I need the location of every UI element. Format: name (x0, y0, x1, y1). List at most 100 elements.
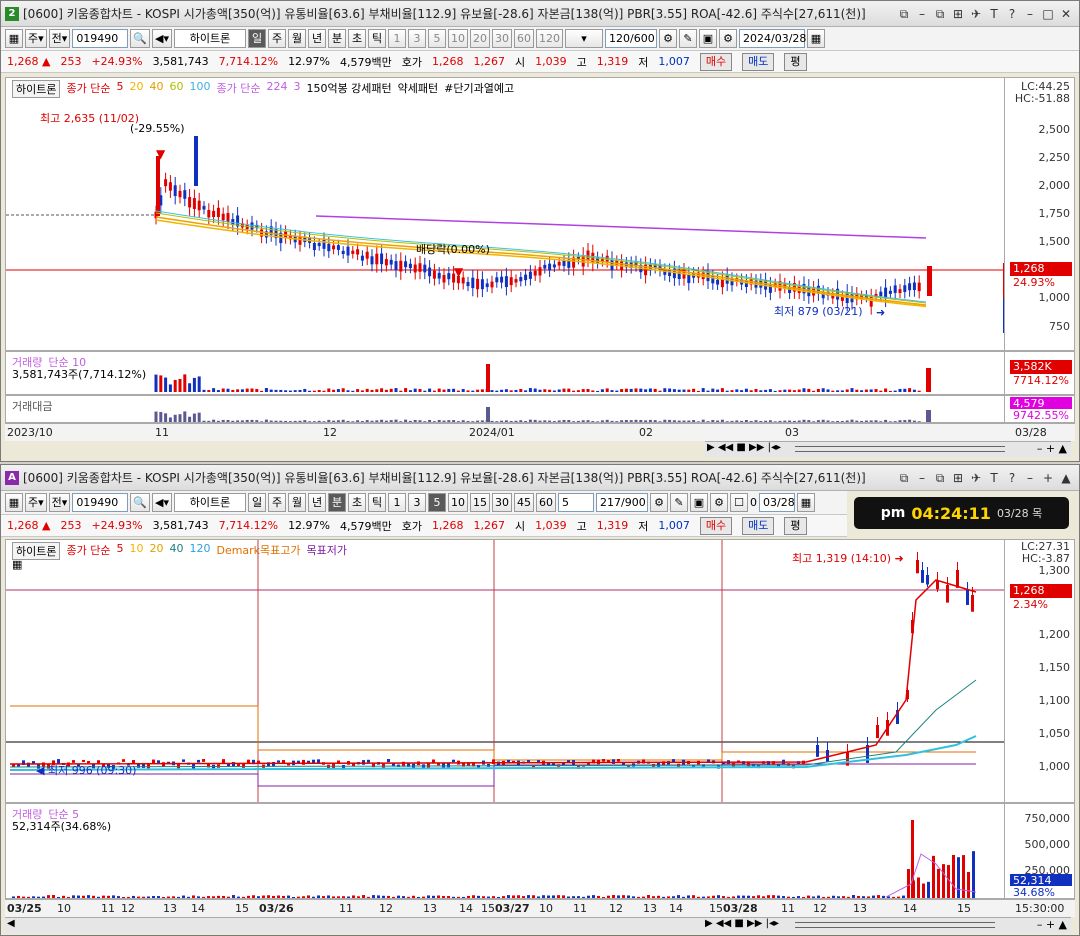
count-field[interactable]: 217/900 (596, 493, 648, 512)
window-close-button[interactable]: ▲ (1057, 469, 1075, 487)
tab-second[interactable]: 초 (348, 29, 366, 48)
interval-10[interactable]: 10 (448, 493, 468, 512)
layout-icon[interactable]: ▦ (5, 29, 23, 48)
buy-button[interactable]: 매수 (699, 516, 733, 535)
minute-scrollbar[interactable]: ◀ ▶ ◀◀ ■ ▶▶ |◂▸ – + ▲ (5, 917, 1071, 933)
calendar-icon[interactable]: ▦ (797, 493, 815, 512)
daily-scrollbar[interactable]: ▶ ◀◀ ■ ▶▶ |◂▸ – + ▲ (705, 441, 1071, 457)
restore-icon[interactable]: ⧉ (895, 469, 913, 487)
minute-volume-panel[interactable]: 거래량 단순 5 52,314주(34.68%) 750,000 500,000… (5, 803, 1075, 899)
interval-5[interactable]: 5 (428, 29, 446, 48)
tab-day[interactable]: 일 (248, 493, 266, 512)
save-icon[interactable]: ▣ (690, 493, 708, 512)
interval-select[interactable]: ▾ (565, 29, 603, 48)
tab-week[interactable]: 주 (268, 29, 286, 48)
tile-icon[interactable]: ⧉ (931, 5, 949, 23)
indicator-icon[interactable]: ⚙ (659, 29, 677, 48)
interval-60[interactable]: 60 (514, 29, 534, 48)
scroll-track[interactable] (795, 922, 995, 928)
market-select[interactable]: 주▾ (25, 29, 47, 48)
dock-icon[interactable]: ⊞ (949, 469, 967, 487)
avg-button[interactable]: 평 (784, 52, 807, 71)
font-icon[interactable]: T (985, 469, 1003, 487)
dock-icon[interactable]: ⊞ (949, 5, 967, 23)
window-maximize-button[interactable]: + (1039, 469, 1057, 487)
tab-tick[interactable]: 틱 (368, 29, 386, 48)
settings-icon[interactable]: ⚙ (719, 29, 737, 48)
all-select[interactable]: 전▾ (48, 493, 71, 512)
window-maximize-button[interactable]: □ (1039, 5, 1057, 23)
interval-select[interactable]: 5 (558, 493, 594, 512)
sound-icon[interactable]: ◀▾ (152, 29, 172, 48)
tab-week[interactable]: 주 (268, 493, 286, 512)
pin-icon[interactable]: ✈ (967, 5, 985, 23)
sound-icon[interactable]: ◀▾ (152, 493, 172, 512)
sell-button[interactable]: 매도 (742, 52, 775, 71)
tab-year[interactable]: 년 (308, 493, 326, 512)
settings-icon[interactable]: ⚙ (710, 493, 728, 512)
pin-icon[interactable]: ✈ (967, 469, 985, 487)
zoom-icons[interactable]: – + ▲ (1037, 442, 1067, 455)
buy-button[interactable]: 매수 (699, 52, 733, 71)
layout-icon[interactable]: ▦ (5, 493, 23, 512)
interval-1[interactable]: 1 (388, 29, 406, 48)
zoom-icons[interactable]: – + ▲ (1037, 918, 1067, 931)
interval-5[interactable]: 5 (428, 493, 446, 512)
date-field[interactable]: 2024/03/28 (739, 29, 806, 48)
tab-month[interactable]: 월 (288, 493, 306, 512)
help-icon[interactable]: ? (1003, 5, 1021, 23)
interval-15[interactable]: 15 (470, 493, 490, 512)
restore-icon[interactable]: ⧉ (895, 5, 913, 23)
stock-name-field[interactable]: 하이트론 (174, 493, 246, 512)
daily-amount-panel[interactable]: 거래대금 4,579 9742.55% (5, 395, 1075, 423)
interval-120[interactable]: 120 (536, 29, 563, 48)
interval-3[interactable]: 3 (408, 29, 426, 48)
interval-60[interactable]: 60 (536, 493, 556, 512)
search-icon[interactable]: 🔍 (130, 493, 151, 512)
minute-price-chart[interactable]: 하이트론 종가 단순 5 10 20 40 120 Demark목표고가 목표저… (5, 539, 1075, 803)
sell-button[interactable]: 매도 (742, 516, 775, 535)
interval-45[interactable]: 45 (514, 493, 534, 512)
tab-minute[interactable]: 분 (328, 493, 346, 512)
minimize-icon[interactable]: – (913, 5, 931, 23)
daily-volume-panel[interactable]: 거래량 단순 10 3,581,743주(7,714.12%) 3,582K 7… (5, 351, 1075, 395)
avg-button[interactable]: 평 (784, 516, 807, 535)
font-icon[interactable]: T (985, 5, 1003, 23)
help-icon[interactable]: ? (1003, 469, 1021, 487)
save-icon[interactable]: ▣ (699, 29, 717, 48)
market-select[interactable]: 주▾ (25, 493, 47, 512)
scroll-track[interactable] (795, 446, 1005, 452)
interval-10[interactable]: 10 (448, 29, 468, 48)
stock-code-input[interactable]: 019490 (72, 493, 129, 512)
all-select[interactable]: 전▾ (48, 29, 71, 48)
window-close-button[interactable]: ✕ (1057, 5, 1075, 23)
tab-second[interactable]: 초 (348, 493, 366, 512)
tile-icon[interactable]: ⧉ (931, 469, 949, 487)
date-checkbox[interactable]: ☐ (730, 493, 748, 512)
count-field[interactable]: 120/600 (605, 29, 657, 48)
daily-price-chart[interactable]: 하이트론 종가 단순 5 20 40 60 100 종가 단순 224 3 15… (5, 77, 1075, 351)
stock-name-field[interactable]: 하이트론 (174, 29, 246, 48)
stock-code-input[interactable]: 019490 (72, 29, 129, 48)
tab-month[interactable]: 월 (288, 29, 306, 48)
calendar-icon[interactable]: ▦ (807, 29, 825, 48)
tab-minute[interactable]: 분 (328, 29, 346, 48)
draw-icon[interactable]: ✎ (679, 29, 697, 48)
scroll-left-icon[interactable]: ◀ (7, 918, 15, 929)
date-field[interactable]: 03/28 (759, 493, 795, 512)
scroll-controls-icon[interactable]: ▶ ◀◀ ■ ▶▶ |◂▸ (707, 442, 781, 453)
interval-20[interactable]: 20 (470, 29, 490, 48)
tab-day[interactable]: 일 (248, 29, 266, 48)
interval-3[interactable]: 3 (408, 493, 426, 512)
interval-30[interactable]: 30 (492, 493, 512, 512)
interval-1[interactable]: 1 (388, 493, 406, 512)
search-icon[interactable]: 🔍 (130, 29, 151, 48)
window-minimize-button[interactable]: – (1021, 469, 1039, 487)
window-minimize-button[interactable]: – (1021, 5, 1039, 23)
scroll-controls-icon[interactable]: ▶ ◀◀ ■ ▶▶ |◂▸ (705, 918, 779, 929)
draw-icon[interactable]: ✎ (670, 493, 688, 512)
tab-year[interactable]: 년 (308, 29, 326, 48)
minimize-icon[interactable]: – (913, 469, 931, 487)
tab-tick[interactable]: 틱 (368, 493, 386, 512)
interval-30[interactable]: 30 (492, 29, 512, 48)
